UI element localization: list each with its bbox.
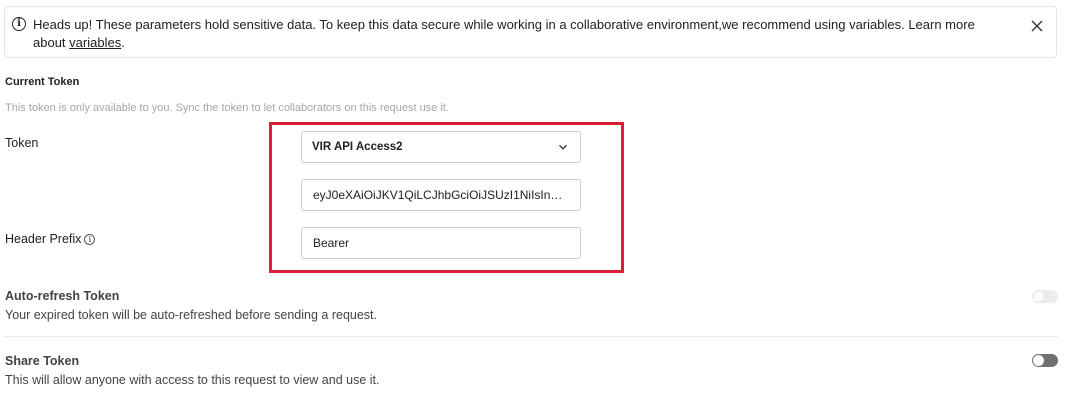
auto-refresh-toggle[interactable]	[1032, 290, 1058, 303]
banner-text: Heads up! These parameters hold sensitiv…	[33, 17, 975, 50]
close-icon[interactable]	[1030, 19, 1044, 33]
info-icon: i	[12, 17, 26, 31]
header-prefix-label-row: Header Prefix i	[5, 232, 96, 246]
chevron-down-icon	[559, 144, 567, 150]
sensitive-data-banner: i Heads up! These parameters hold sensit…	[4, 6, 1057, 58]
token-select[interactable]: VIR API Access2	[301, 131, 581, 163]
current-token-title: Current Token	[5, 76, 80, 88]
current-token-description: This token is only available to you. Syn…	[5, 102, 449, 114]
auto-refresh-title: Auto-refresh Token	[5, 289, 120, 303]
info-icon[interactable]: i	[84, 234, 96, 245]
share-token-toggle[interactable]	[1032, 354, 1058, 367]
share-token-description: This will allow anyone with access to th…	[5, 373, 380, 387]
auto-refresh-description: Your expired token will be auto-refreshe…	[5, 308, 377, 322]
token-select-value: VIR API Access2	[312, 141, 403, 153]
token-value-field[interactable]: eyJ0eXAiOiJKV1QiLCJhbGciOiJSUzI1NiIsIngd…	[301, 179, 581, 211]
banner-link-suffix: .	[121, 35, 125, 50]
share-token-title: Share Token	[5, 354, 80, 368]
header-prefix-label: Header Prefix	[5, 232, 82, 246]
header-prefix-field[interactable]: Bearer	[301, 227, 581, 259]
variables-link[interactable]: variables	[69, 35, 121, 50]
banner-message: Heads up! These parameters hold sensitiv…	[33, 16, 1003, 52]
divider	[4, 336, 1058, 337]
token-label: Token	[5, 136, 39, 150]
